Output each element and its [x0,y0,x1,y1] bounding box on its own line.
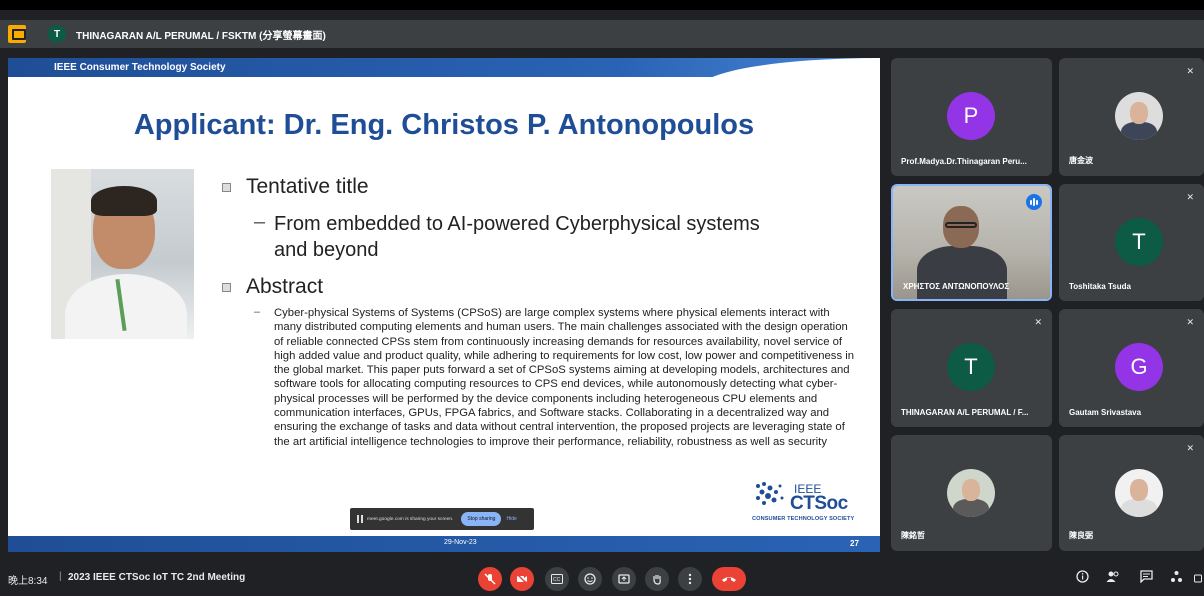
slide-title: Applicant: Dr. Eng. Christos P. Antonopo… [133,109,755,141]
stop-sharing-button[interactable]: Stop sharing [461,512,502,526]
participant-avatar-photo [1115,469,1163,517]
slide-header-text: IEEE Consumer Technology Society [54,62,226,73]
ctsoc-main: CTSoc [790,493,848,514]
more-options-icon[interactable] [678,567,702,591]
speaking-indicator-icon [1026,194,1042,210]
participant-tile[interactable]: ✕ 陳良弼 [1059,435,1204,551]
participant-tile[interactable]: ✕ G Gautam Srivastava [1059,309,1204,427]
presenter-label: THINAGARAN A/L PERUMAL / FSKTM (分享螢幕畫面) [76,30,326,42]
participant-avatar-photo [947,469,995,517]
present-icon[interactable] [8,25,26,43]
tentative-title-text: From embedded to AI-powered Cyberphysica… [274,213,760,261]
current-time: 晚上8:34 [8,576,48,587]
bullet-square-icon [222,283,231,292]
participant-avatar: T [947,343,995,391]
bullet-abstract: Abstract [246,275,324,298]
bullet-tentative-title: Tentative title [246,175,369,198]
slide-date: 29-Nov-23 [444,539,477,546]
captions-icon[interactable]: CC [545,567,569,591]
slide-page-number: 27 [850,539,859,548]
participant-avatar: G [1115,343,1163,391]
pause-icon [357,515,363,523]
participant-name: 陳良弼 [1069,531,1093,540]
lock-icon[interactable] [1194,570,1202,586]
present-screen-icon[interactable] [612,567,636,591]
presenter-avatar: T [48,25,66,43]
mic-off-icon: ✕ [1186,66,1194,76]
activities-icon[interactable] [1170,570,1183,586]
mic-off-icon: ✕ [1186,192,1194,202]
ctsoc-logo: IEEE CTSoc CONSUMER TECHNOLOGY SOCIETY [746,478,876,526]
sharing-notice: meet.google.com is sharing your screen. … [350,508,534,530]
separator: | [59,571,62,582]
participant-tile-speaking[interactable]: ΧΡΗΣΤΟΣ ΑΝΤΩΝΟΠΟΥΛΟΣ [891,184,1052,301]
participant-avatar: T [1115,218,1163,266]
bullet-square-icon [222,183,231,192]
meeting-control-bar: 晚上8:34 | 2023 IEEE CTSoc IoT TC 2nd Meet… [0,561,1204,596]
sub-bullet-dash: – [254,211,266,233]
participant-name: Gautam Srivastava [1069,408,1142,417]
camera-off-icon[interactable] [510,567,534,591]
participant-name: Toshitaka Tsuda [1069,282,1131,291]
sharing-notice-text: meet.google.com is sharing your screen. [367,516,454,522]
info-icon[interactable] [1076,570,1089,586]
slide-header: IEEE Consumer Technology Society [8,58,880,98]
participant-avatar-photo [1115,92,1163,140]
mic-off-icon[interactable] [478,567,502,591]
ctsoc-dots-icon [756,482,784,505]
end-call-icon[interactable] [712,567,746,591]
top-strip [0,0,1204,10]
slide-footer: 29-Nov-23 27 [8,536,880,552]
meeting-title: 2023 IEEE CTSoc IoT TC 2nd Meeting [68,572,246,583]
emoji-icon[interactable] [578,567,602,591]
shared-slide: IEEE Consumer Technology Society Applica… [8,58,880,552]
participant-tile[interactable]: ✕ T Toshitaka Tsuda [1059,184,1204,301]
mic-off-icon: ✕ [1186,317,1194,327]
raise-hand-icon[interactable] [645,567,669,591]
header-curve [700,58,880,98]
participant-avatar: P [947,92,995,140]
participant-tile[interactable]: 陳銘哲 [891,435,1052,551]
participant-name: 陳銘哲 [901,531,925,540]
participant-tile[interactable]: P Prof.Madya.Dr.Thinagaran Peru... [891,58,1052,176]
ctsoc-sub: CONSUMER TECHNOLOGY SOCIETY [752,516,855,522]
abstract-text: Cyber-physical Systems of Systems (CPSoS… [274,307,855,448]
participant-name: 唐金波 [1069,156,1093,165]
svg-text:CC: CC [553,577,561,583]
presenter-bar: T THINAGARAN A/L PERUMAL / FSKTM (分享螢幕畫面… [0,20,1204,48]
people-icon[interactable] [1106,570,1120,586]
mic-off-icon: ✕ [1186,443,1194,453]
participant-name: THINAGARAN A/L PERUMAL / F... [901,408,1029,417]
participant-name: ΧΡΗΣΤΟΣ ΑΝΤΩΝΟΠΟΥΛΟΣ [903,282,1010,291]
mic-off-icon: ✕ [1034,317,1042,327]
participant-name: Prof.Madya.Dr.Thinagaran Peru... [901,157,1027,166]
abstract-dash: – [254,306,261,318]
participant-tile[interactable]: ✕ T THINAGARAN A/L PERUMAL / F... [891,309,1052,427]
participant-tile[interactable]: ✕ 唐金波 [1059,58,1204,176]
chat-icon[interactable] [1140,570,1153,586]
hide-notice-button[interactable]: Hide [506,516,516,522]
applicant-photo [51,169,194,339]
